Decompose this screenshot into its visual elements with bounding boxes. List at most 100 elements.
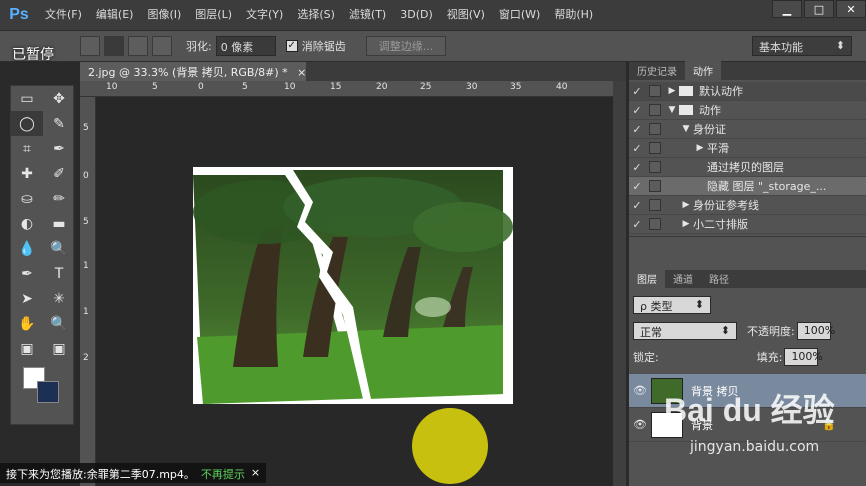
intersect-selection-icon[interactable] xyxy=(152,36,172,56)
check-icon[interactable]: ✓ xyxy=(629,161,645,174)
close-tab-icon[interactable]: × xyxy=(297,66,306,79)
quick-mask-icon[interactable]: ▣ xyxy=(11,336,43,361)
menu-view[interactable]: 视图(V) xyxy=(440,0,492,30)
tab-history[interactable]: 历史记录 xyxy=(629,61,685,80)
action-row[interactable]: ✓ ▼ 身份证 xyxy=(629,120,866,139)
action-row[interactable]: ✓ ▶ 平滑 xyxy=(629,139,866,158)
expand-arrow-icon[interactable]: ▶ xyxy=(679,200,693,210)
action-row[interactable]: ✓ ▶ 小二寸排版 xyxy=(629,215,866,234)
check-icon[interactable]: ✓ xyxy=(629,85,645,98)
close-notification-icon[interactable]: × xyxy=(251,466,260,480)
check-icon[interactable]: ✓ xyxy=(629,199,645,212)
layer-filter-select[interactable]: ρ 类型 ⬍ xyxy=(633,296,711,314)
blend-mode-select[interactable]: 正常 ⬍ xyxy=(633,322,737,340)
move-tool-icon[interactable]: ✥ xyxy=(43,86,75,111)
path-select-icon[interactable]: ➤ xyxy=(11,286,43,311)
menu-select[interactable]: 选择(S) xyxy=(290,0,342,30)
blur-tool-icon[interactable]: 💧 xyxy=(11,236,43,261)
dialog-toggle[interactable] xyxy=(649,123,661,135)
marquee-tool-icon[interactable]: ▭ xyxy=(11,86,43,111)
tab-paths[interactable]: 路径 xyxy=(701,269,737,288)
lock-label: 锁定: xyxy=(633,351,659,364)
dialog-toggle[interactable] xyxy=(649,218,661,230)
background-color-swatch[interactable] xyxy=(37,381,59,403)
check-icon: ✓ xyxy=(285,40,298,52)
menu-type[interactable]: 文字(Y) xyxy=(239,0,290,30)
action-row[interactable]: ✓ ▶ 身份证参考线 xyxy=(629,196,866,215)
expand-arrow-icon[interactable]: ▶ xyxy=(693,143,707,153)
history-brush-icon[interactable]: ✏ xyxy=(43,186,75,211)
shape-tool-icon[interactable]: ✳ xyxy=(43,286,75,311)
eyedropper-icon[interactable]: ✒ xyxy=(43,136,75,161)
check-icon[interactable]: ✓ xyxy=(629,123,645,136)
close-window-button[interactable]: ✕ xyxy=(836,0,866,18)
expand-arrow-icon[interactable]: ▶ xyxy=(679,219,693,229)
photo-layer[interactable] xyxy=(193,167,513,404)
stamp-tool-icon[interactable]: ⛀ xyxy=(11,186,43,211)
add-selection-icon[interactable] xyxy=(104,36,124,56)
maximize-button[interactable]: □ xyxy=(804,0,834,18)
expand-arrow-icon[interactable]: ▼ xyxy=(665,105,679,115)
actions-panel-tabs: 历史记录 动作 xyxy=(629,61,866,80)
next-video-notification: 接下来为您播放:余罪第二季07.mp4。 不再提示 × xyxy=(0,463,267,483)
eraser-tool-icon[interactable]: ◐ xyxy=(11,211,43,236)
subtract-selection-icon[interactable] xyxy=(128,36,148,56)
menu-help[interactable]: 帮助(H) xyxy=(547,0,600,30)
feather-input[interactable]: 0 像素 xyxy=(215,36,276,56)
new-selection-icon[interactable] xyxy=(80,36,100,56)
fill-input[interactable]: 100% xyxy=(784,348,823,366)
dialog-toggle[interactable] xyxy=(649,199,661,211)
actions-panel-footer xyxy=(629,236,866,252)
tab-layers[interactable]: 图层 xyxy=(629,269,665,288)
expand-arrow-icon[interactable]: ▼ xyxy=(679,124,693,134)
action-row[interactable]: ✓ 通过拷贝的图层 xyxy=(629,158,866,177)
type-tool-icon[interactable]: T xyxy=(43,261,75,286)
menu-window[interactable]: 窗口(W) xyxy=(492,0,547,30)
screen-mode-icon[interactable]: ▣ xyxy=(43,336,75,361)
ruler-label: 0 xyxy=(198,82,204,92)
dialog-toggle[interactable] xyxy=(649,104,661,116)
crop-tool-icon[interactable]: ⌗ xyxy=(11,136,43,161)
menu-image[interactable]: 图像(I) xyxy=(140,0,188,30)
check-icon[interactable]: ✓ xyxy=(629,142,645,155)
check-icon[interactable]: ✓ xyxy=(629,180,645,193)
antialias-checkbox[interactable]: ✓ 消除锯齿 xyxy=(285,38,346,54)
menu-file[interactable]: 文件(F) xyxy=(38,0,89,30)
brush-tool-icon[interactable]: ✐ xyxy=(43,161,75,186)
minimize-button[interactable]: ▁ xyxy=(772,0,802,18)
quick-select-icon[interactable]: ✎ xyxy=(43,111,75,136)
eye-icon[interactable]: 👁 xyxy=(629,384,651,397)
ruler-label: 5 xyxy=(242,82,248,92)
hand-tool-icon[interactable]: ✋ xyxy=(11,311,43,336)
tab-actions[interactable]: 动作 xyxy=(685,61,721,80)
dialog-toggle[interactable] xyxy=(649,85,661,97)
dont-remind-link[interactable]: 不再提示 xyxy=(201,466,245,481)
action-row[interactable]: ✓ ▶ 默认动作 xyxy=(629,82,866,101)
check-icon[interactable]: ✓ xyxy=(629,104,645,117)
tab-channels[interactable]: 通道 xyxy=(665,269,701,288)
document-scrollbar[interactable] xyxy=(613,81,626,486)
menu-3d[interactable]: 3D(D) xyxy=(393,0,440,30)
lasso-tool-icon[interactable]: ◯ xyxy=(11,111,43,136)
dialog-toggle[interactable] xyxy=(649,161,661,173)
dialog-toggle[interactable] xyxy=(649,142,661,154)
opacity-input[interactable]: 100% xyxy=(796,322,835,340)
action-row[interactable]: ✓ ▼ 动作 xyxy=(629,101,866,120)
dodge-tool-icon[interactable]: 🔍 xyxy=(43,236,75,261)
healing-brush-icon[interactable]: ✚ xyxy=(11,161,43,186)
pen-tool-icon[interactable]: ✒ xyxy=(11,261,43,286)
ruler-label: 10 xyxy=(106,82,118,92)
eye-icon[interactable]: 👁 xyxy=(629,418,651,431)
expand-arrow-icon[interactable]: ▶ xyxy=(665,86,679,96)
check-icon[interactable]: ✓ xyxy=(629,218,645,231)
action-row[interactable]: ✓ 隐藏 图层 "_storage_... xyxy=(629,177,866,196)
refine-edge-button[interactable]: 调整边缘... xyxy=(365,36,447,56)
dialog-toggle[interactable] xyxy=(649,180,661,192)
menu-layer[interactable]: 图层(L) xyxy=(188,0,239,30)
menu-edit[interactable]: 编辑(E) xyxy=(89,0,141,30)
menu-filter[interactable]: 滤镜(T) xyxy=(342,0,393,30)
document-tab[interactable]: 2.jpg @ 33.3% (背景 拷贝, RGB/8#) * × xyxy=(80,62,306,81)
zoom-tool-icon[interactable]: 🔍 xyxy=(43,311,75,336)
workspace-select[interactable]: 基本功能 ⬍ xyxy=(752,36,852,56)
gradient-tool-icon[interactable]: ▬ xyxy=(43,211,75,236)
